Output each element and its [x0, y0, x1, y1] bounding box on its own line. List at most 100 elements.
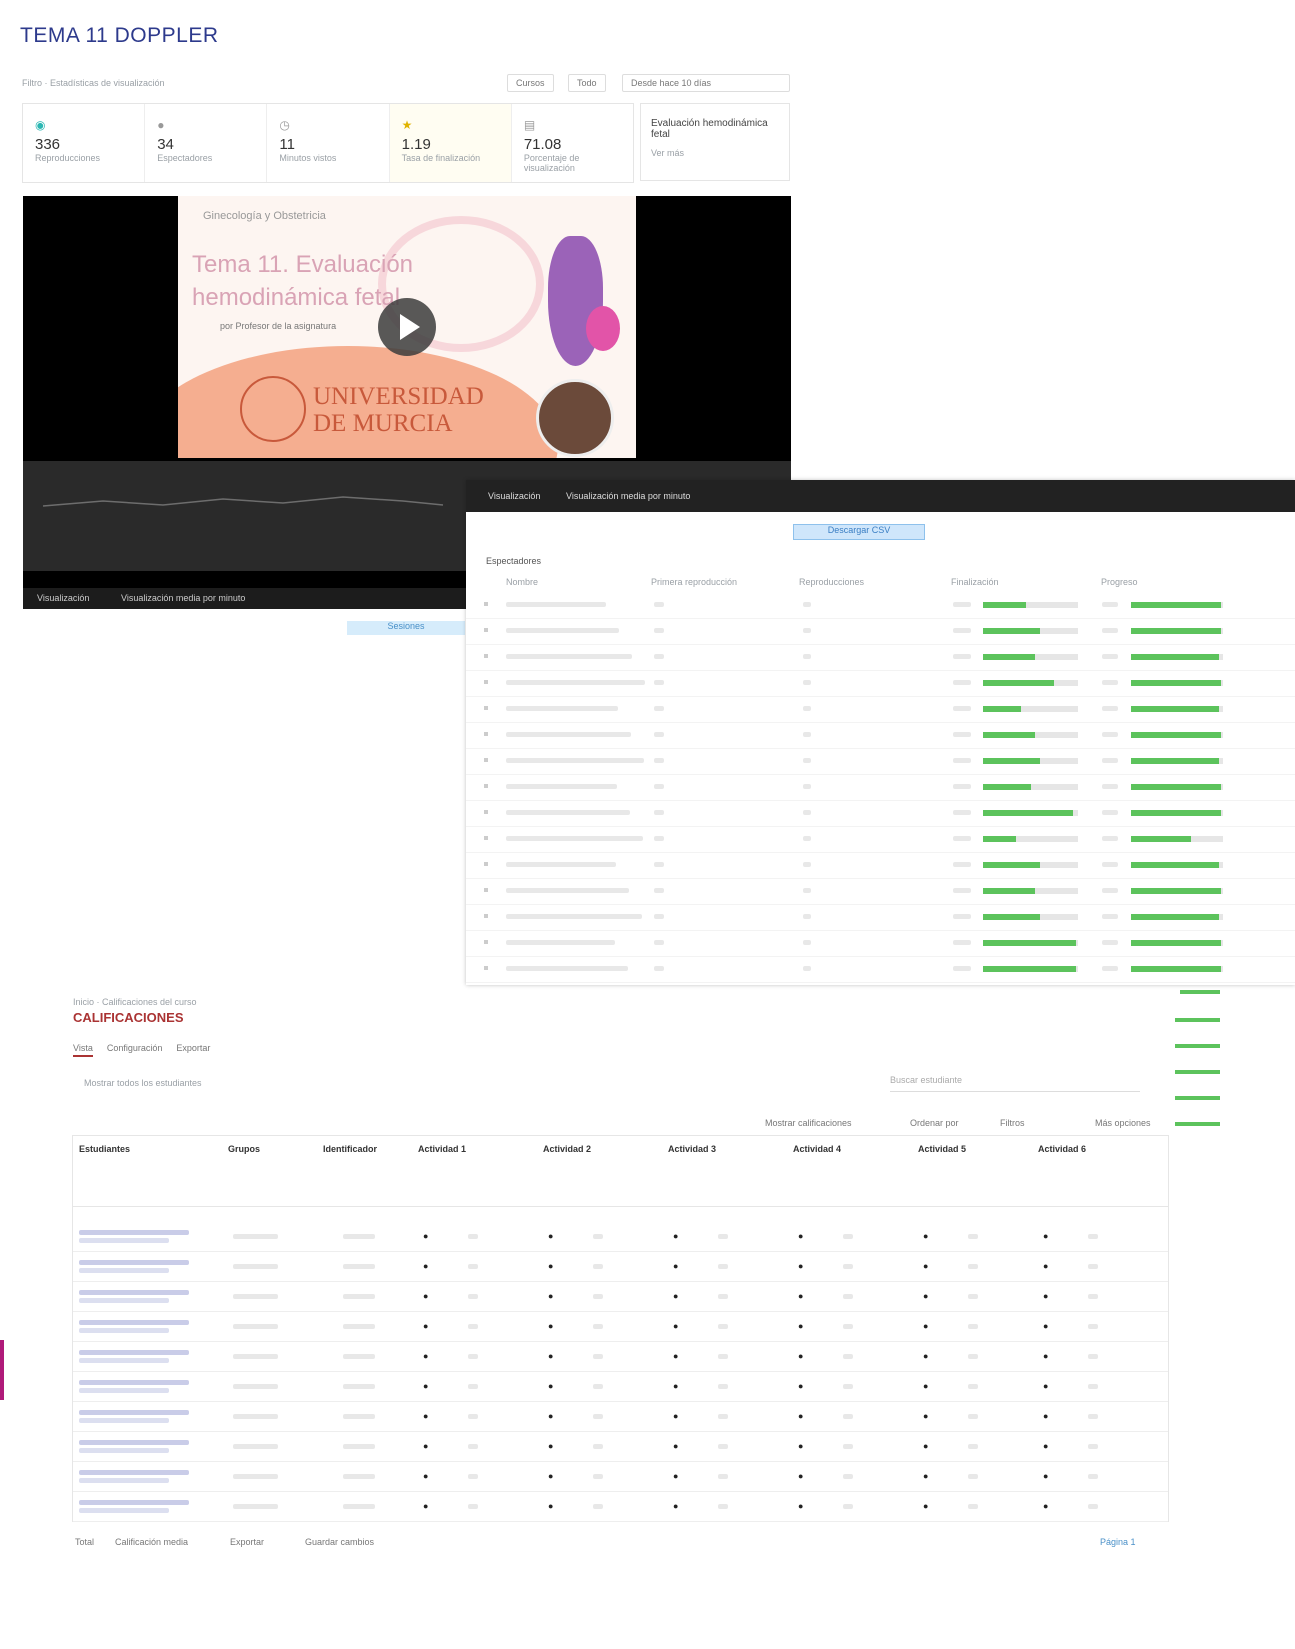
grade-value[interactable] [968, 1444, 978, 1449]
grade-edit-icon[interactable]: ● [1043, 1231, 1048, 1241]
viewer-row[interactable] [466, 644, 1295, 671]
grade-value[interactable] [593, 1354, 603, 1359]
viewer-row[interactable] [466, 852, 1295, 879]
grade-value[interactable] [843, 1414, 853, 1419]
play-button[interactable] [378, 298, 436, 356]
grade-edit-icon[interactable]: ● [798, 1261, 803, 1271]
gh-act4[interactable]: Actividad 4 [793, 1144, 841, 1154]
grade-edit-icon[interactable]: ● [798, 1351, 803, 1361]
grade-row[interactable]: ● ● ● ● ● ● [73, 1341, 1168, 1372]
grade-value[interactable] [1088, 1474, 1098, 1479]
grade-edit-icon[interactable]: ● [673, 1381, 678, 1391]
viewer-row[interactable] [466, 696, 1295, 723]
footer-save[interactable]: Guardar cambios [305, 1537, 374, 1547]
grade-edit-icon[interactable]: ● [423, 1351, 428, 1361]
student-name[interactable] [79, 1470, 189, 1475]
grade-edit-icon[interactable]: ● [423, 1411, 428, 1421]
student-name[interactable] [79, 1350, 189, 1355]
footer-export[interactable]: Exportar [230, 1537, 264, 1547]
grade-edit-icon[interactable]: ● [923, 1321, 928, 1331]
grade-edit-icon[interactable]: ● [923, 1441, 928, 1451]
grade-value[interactable] [843, 1504, 853, 1509]
grade-edit-icon[interactable]: ● [548, 1471, 553, 1481]
video-badge[interactable]: Sesiones [347, 621, 465, 635]
grade-value[interactable] [593, 1324, 603, 1329]
filter-all[interactable]: Todo [568, 74, 606, 92]
grade-edit-icon[interactable]: ● [798, 1471, 803, 1481]
student-name[interactable] [79, 1230, 189, 1235]
grade-edit-icon[interactable]: ● [1043, 1501, 1048, 1511]
breadcrumb[interactable]: Filtro · Estadísticas de visualización [22, 78, 165, 88]
gh-act5[interactable]: Actividad 5 [918, 1144, 966, 1154]
grade-edit-icon[interactable]: ● [923, 1471, 928, 1481]
grade-value[interactable] [843, 1444, 853, 1449]
grade-edit-icon[interactable]: ● [423, 1501, 428, 1511]
grade-edit-icon[interactable]: ● [423, 1231, 428, 1241]
grade-value[interactable] [968, 1474, 978, 1479]
grade-row[interactable]: ● ● ● ● ● ● [73, 1251, 1168, 1282]
grade-edit-icon[interactable]: ● [923, 1381, 928, 1391]
grade-edit-icon[interactable]: ● [548, 1441, 553, 1451]
gh-students[interactable]: Estudiantes [79, 1144, 130, 1154]
gh-act3[interactable]: Actividad 3 [668, 1144, 716, 1154]
grade-value[interactable] [1088, 1414, 1098, 1419]
grade-edit-icon[interactable]: ● [923, 1291, 928, 1301]
grade-value[interactable] [468, 1414, 478, 1419]
grade-value[interactable] [593, 1234, 603, 1239]
grade-value[interactable] [468, 1444, 478, 1449]
grade-edit-icon[interactable]: ● [923, 1231, 928, 1241]
grade-row[interactable]: ● ● ● ● ● ● [73, 1491, 1168, 1522]
grade-edit-icon[interactable]: ● [548, 1381, 553, 1391]
grade-edit-icon[interactable]: ● [548, 1231, 553, 1241]
grade-edit-icon[interactable]: ● [548, 1321, 553, 1331]
grades-toolbar-1[interactable]: Mostrar calificaciones [765, 1118, 852, 1128]
grade-value[interactable] [718, 1234, 728, 1239]
grade-edit-icon[interactable]: ● [548, 1261, 553, 1271]
student-name[interactable] [79, 1290, 189, 1295]
grade-edit-icon[interactable]: ● [423, 1441, 428, 1451]
grade-value[interactable] [968, 1234, 978, 1239]
grade-value[interactable] [468, 1504, 478, 1509]
grade-edit-icon[interactable]: ● [923, 1501, 928, 1511]
grade-edit-icon[interactable]: ● [1043, 1321, 1048, 1331]
grade-value[interactable] [468, 1294, 478, 1299]
grade-value[interactable] [968, 1504, 978, 1509]
grade-edit-icon[interactable]: ● [1043, 1381, 1048, 1391]
grade-edit-icon[interactable]: ● [673, 1291, 678, 1301]
student-name[interactable] [79, 1380, 189, 1385]
student-name[interactable] [79, 1440, 189, 1445]
grade-edit-icon[interactable]: ● [673, 1501, 678, 1511]
grade-edit-icon[interactable]: ● [423, 1261, 428, 1271]
viewer-row[interactable] [466, 774, 1295, 801]
filter-courses[interactable]: Cursos [507, 74, 554, 92]
grade-value[interactable] [468, 1264, 478, 1269]
grade-value[interactable] [468, 1474, 478, 1479]
grade-edit-icon[interactable]: ● [1043, 1411, 1048, 1421]
grade-edit-icon[interactable]: ● [798, 1321, 803, 1331]
grade-edit-icon[interactable]: ● [923, 1261, 928, 1271]
col-finish[interactable]: Finalización [951, 577, 999, 587]
grade-row[interactable]: ● ● ● ● ● ● [73, 1281, 1168, 1312]
grade-edit-icon[interactable]: ● [923, 1351, 928, 1361]
grade-edit-icon[interactable]: ● [798, 1441, 803, 1451]
grade-value[interactable] [718, 1354, 728, 1359]
viewer-row[interactable] [466, 878, 1295, 905]
viewer-row[interactable] [466, 800, 1295, 827]
grade-edit-icon[interactable]: ● [423, 1291, 428, 1301]
grade-value[interactable] [843, 1324, 853, 1329]
grade-value[interactable] [1088, 1234, 1098, 1239]
grade-value[interactable] [468, 1354, 478, 1359]
grade-value[interactable] [468, 1384, 478, 1389]
grade-value[interactable] [593, 1384, 603, 1389]
grade-value[interactable] [1088, 1324, 1098, 1329]
grade-row[interactable]: ● ● ● ● ● ● [73, 1461, 1168, 1492]
grade-edit-icon[interactable]: ● [548, 1501, 553, 1511]
viewers-tab-2[interactable]: Visualización media por minuto [566, 491, 690, 501]
grade-value[interactable] [718, 1474, 728, 1479]
viewer-row[interactable] [466, 618, 1295, 645]
gh-id[interactable]: Identificador [323, 1144, 377, 1154]
grade-value[interactable] [843, 1384, 853, 1389]
grade-edit-icon[interactable]: ● [673, 1321, 678, 1331]
grade-value[interactable] [593, 1474, 603, 1479]
grade-edit-icon[interactable]: ● [1043, 1261, 1048, 1271]
